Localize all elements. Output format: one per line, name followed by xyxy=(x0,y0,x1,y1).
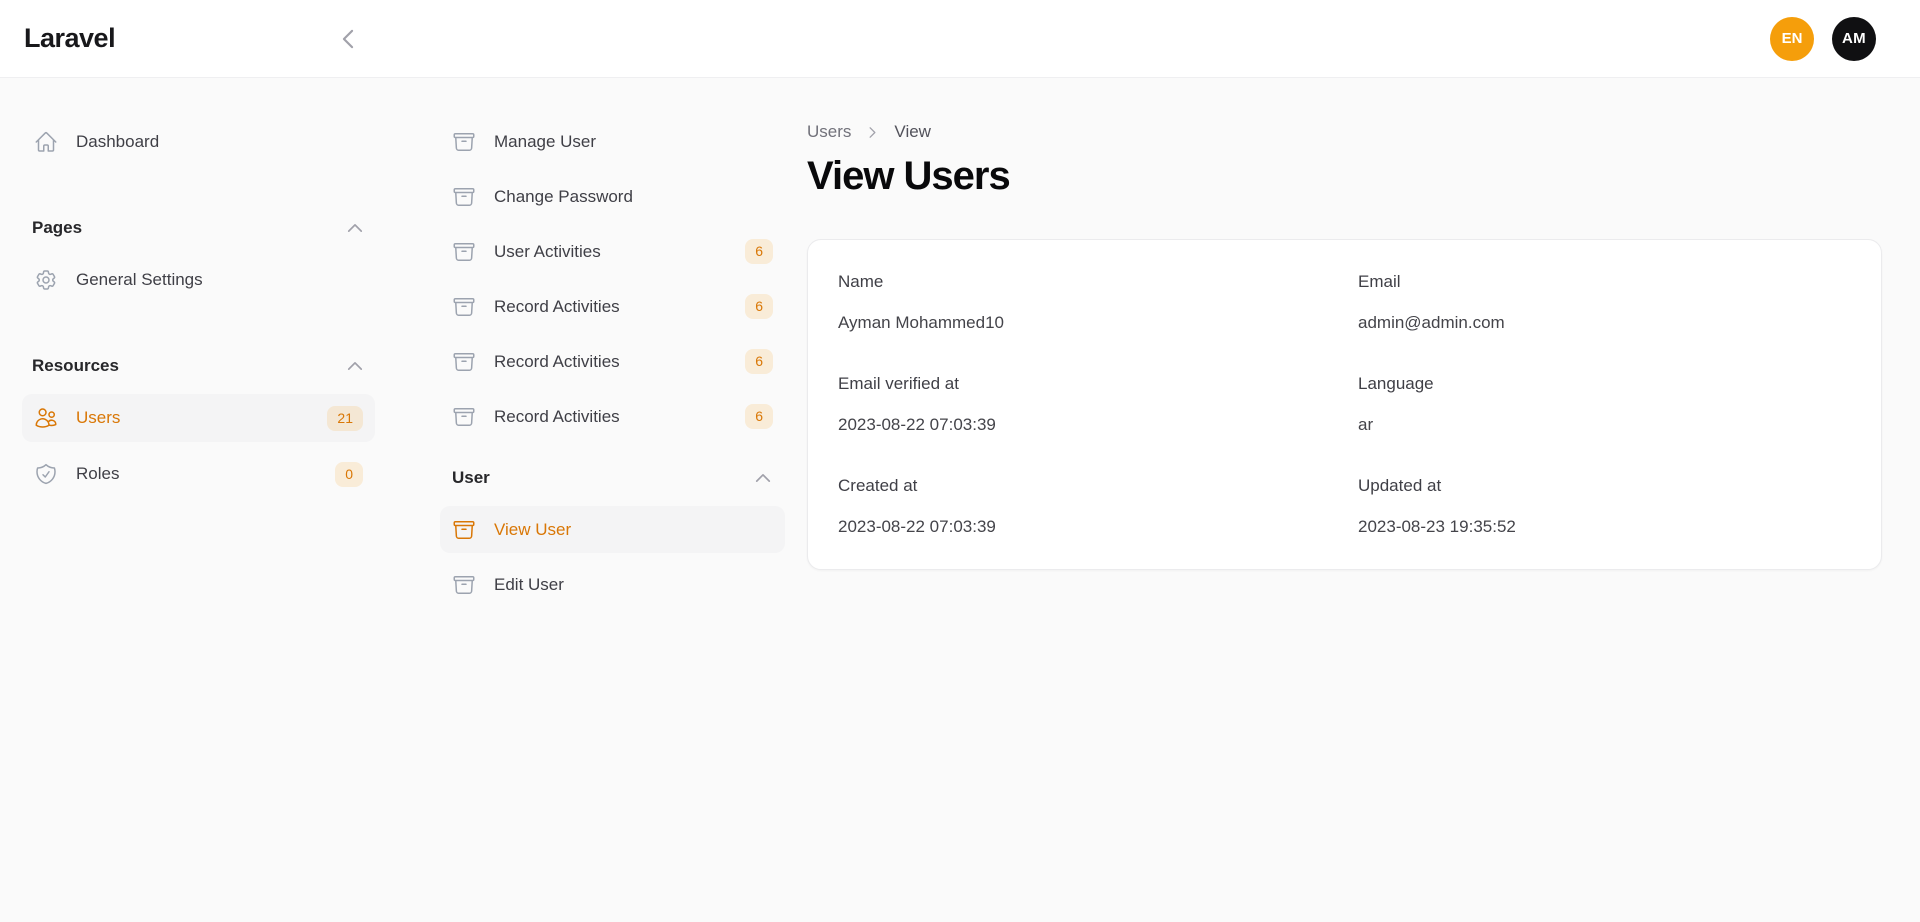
field-value: Ayman Mohammed10 xyxy=(838,311,1331,335)
sidebar-item-dashboard[interactable]: Dashboard xyxy=(22,118,375,166)
subnav-item-edit-user[interactable]: Edit User xyxy=(440,561,785,608)
sidebar-item-label: Users xyxy=(76,408,120,428)
record-activities-count-badge: 6 xyxy=(745,294,773,319)
subnav-item-record-activities-3[interactable]: Record Activities 6 xyxy=(440,393,785,440)
record-activities-count-badge: 6 xyxy=(745,404,773,429)
field-value: 2023-08-23 19:35:52 xyxy=(1358,515,1851,539)
archive-box-icon xyxy=(452,295,476,319)
user-details-card: Name Ayman Mohammed10 Email admin@admin.… xyxy=(807,239,1882,570)
sidebar-item-label: Roles xyxy=(76,464,119,484)
resource-subnavigation: Manage User Change Password User Activit… xyxy=(420,78,805,616)
field-created-at: Created at 2023-08-22 07:03:39 xyxy=(838,474,1331,539)
sidebar-group-pages-header[interactable]: Pages xyxy=(22,216,375,240)
subnav-group-user-header[interactable]: User xyxy=(440,466,785,490)
sidebar-item-label: Dashboard xyxy=(76,132,159,152)
sidebar-group-pages: Pages General Settings xyxy=(22,216,375,304)
chevron-left-icon xyxy=(335,26,361,52)
archive-box-icon xyxy=(452,405,476,429)
users-icon xyxy=(34,406,58,430)
home-icon xyxy=(34,130,58,154)
field-value: 2023-08-22 07:03:39 xyxy=(838,515,1331,539)
record-activities-count-badge: 6 xyxy=(745,349,773,374)
gear-icon xyxy=(34,268,58,292)
field-email-verified-at: Email verified at 2023-08-22 07:03:39 xyxy=(838,372,1331,437)
subnav-item-user-activities[interactable]: User Activities 6 xyxy=(440,228,785,275)
field-updated-at: Updated at 2023-08-23 19:35:52 xyxy=(1358,474,1851,539)
sidebar-item-roles[interactable]: Roles 0 xyxy=(22,450,375,498)
archive-box-icon xyxy=(452,350,476,374)
sidebar: Dashboard Pages General Settings Resourc… xyxy=(0,78,400,506)
app-logo[interactable]: Laravel xyxy=(24,23,115,54)
subnav-item-label: Manage User xyxy=(494,132,596,152)
field-label: Language xyxy=(1358,372,1851,396)
sidebar-collapse-button[interactable] xyxy=(333,24,363,54)
subnav-item-label: Record Activities xyxy=(494,352,620,372)
chevron-up-icon xyxy=(753,468,773,488)
field-name: Name Ayman Mohammed10 xyxy=(838,270,1331,335)
field-label: Email verified at xyxy=(838,372,1331,396)
breadcrumb-current: View xyxy=(894,120,931,144)
field-language: Language ar xyxy=(1358,372,1851,437)
field-value: ar xyxy=(1358,413,1851,437)
subnav-item-label: Record Activities xyxy=(494,297,620,317)
subnav-item-change-password[interactable]: Change Password xyxy=(440,173,785,220)
subnav-item-label: Record Activities xyxy=(494,407,620,427)
language-switcher-button[interactable]: EN xyxy=(1770,17,1814,61)
archive-box-icon xyxy=(452,518,476,542)
field-value: admin@admin.com xyxy=(1358,311,1851,335)
subnav-group-user: User View User Edit User xyxy=(440,466,785,608)
avatar[interactable]: AM xyxy=(1832,17,1876,61)
subnav-item-label: View User xyxy=(494,520,571,540)
group-label: Resources xyxy=(32,354,119,378)
subnav-item-label: Edit User xyxy=(494,575,564,595)
topbar: Laravel EN AM xyxy=(0,0,1920,78)
shield-check-icon xyxy=(34,462,58,486)
subnav-item-label: User Activities xyxy=(494,242,601,262)
subnav-item-manage-user[interactable]: Manage User xyxy=(440,118,785,165)
field-value: 2023-08-22 07:03:39 xyxy=(838,413,1331,437)
subnav-item-record-activities-2[interactable]: Record Activities 6 xyxy=(440,338,785,385)
archive-box-icon xyxy=(452,130,476,154)
sidebar-group-resources: Resources Users 21 Roles 0 xyxy=(22,354,375,498)
user-activities-count-badge: 6 xyxy=(745,239,773,264)
archive-box-icon xyxy=(452,573,476,597)
subnav-item-record-activities-1[interactable]: Record Activities 6 xyxy=(440,283,785,330)
field-label: Updated at xyxy=(1358,474,1851,498)
page-title: View Users xyxy=(807,152,1882,200)
sidebar-item-users[interactable]: Users 21 xyxy=(22,394,375,442)
subnav-item-label: Change Password xyxy=(494,187,633,207)
field-label: Name xyxy=(838,270,1331,294)
topbar-actions: EN AM xyxy=(1770,17,1876,61)
chevron-up-icon xyxy=(345,218,365,238)
users-count-badge: 21 xyxy=(327,406,363,431)
chevron-right-icon xyxy=(865,125,880,140)
breadcrumb-users-link[interactable]: Users xyxy=(807,120,851,144)
group-label: Pages xyxy=(32,216,82,240)
subnav-item-view-user[interactable]: View User xyxy=(440,506,785,553)
field-label: Email xyxy=(1358,270,1851,294)
chevron-up-icon xyxy=(345,356,365,376)
field-email: Email admin@admin.com xyxy=(1358,270,1851,335)
group-label: User xyxy=(452,466,490,490)
archive-box-icon xyxy=(452,185,476,209)
sidebar-group-resources-header[interactable]: Resources xyxy=(22,354,375,378)
roles-count-badge: 0 xyxy=(335,462,363,487)
sidebar-item-label: General Settings xyxy=(76,270,203,290)
archive-box-icon xyxy=(452,240,476,264)
main-content: Users View View Users Name Ayman Mohamme… xyxy=(805,78,1920,570)
sidebar-item-general-settings[interactable]: General Settings xyxy=(22,256,375,304)
breadcrumb: Users View xyxy=(807,120,1882,144)
field-label: Created at xyxy=(838,474,1331,498)
